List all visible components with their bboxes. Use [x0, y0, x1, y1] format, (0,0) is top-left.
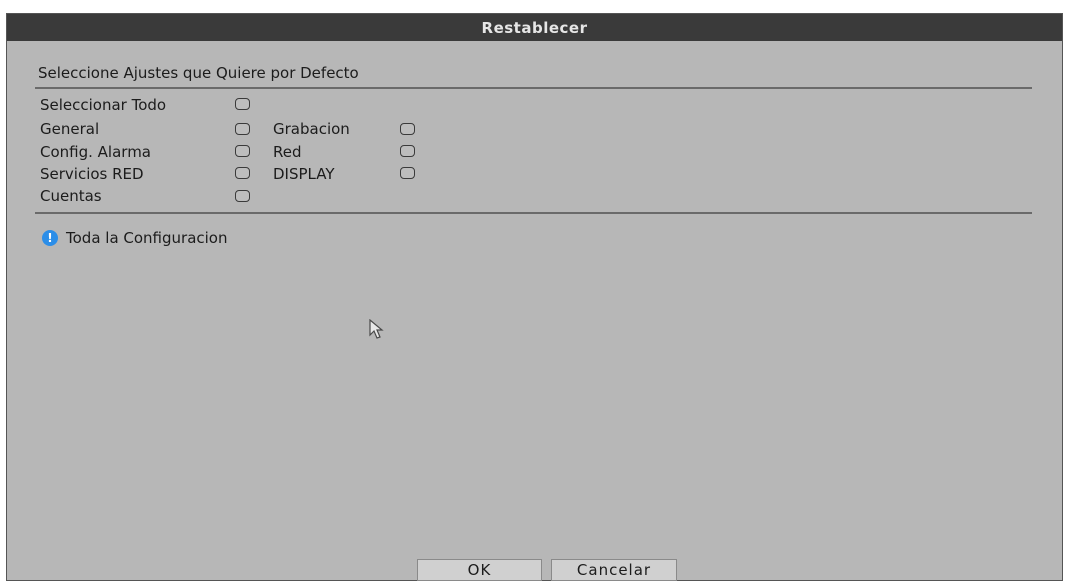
info-icon: !	[42, 230, 58, 246]
info-text: Toda la Configuracion	[66, 229, 228, 247]
divider-top	[35, 87, 1032, 89]
servicios-red-label: Servicios RED	[40, 165, 144, 183]
display-label: DISPLAY	[273, 165, 335, 183]
grabacion-checkbox[interactable]	[400, 123, 415, 135]
restore-dialog: Restablecer Seleccione Ajustes que Quier…	[6, 13, 1063, 581]
ok-button[interactable]: OK	[417, 559, 542, 581]
config-alarma-checkbox[interactable]	[235, 145, 250, 157]
general-checkbox[interactable]	[235, 123, 250, 135]
general-label: General	[40, 120, 100, 138]
section-heading: Seleccione Ajustes que Quiere por Defect…	[38, 64, 359, 82]
select-all-checkbox[interactable]	[235, 98, 250, 110]
mouse-cursor-icon	[369, 319, 384, 339]
cuentas-label: Cuentas	[40, 187, 102, 205]
red-label: Red	[273, 143, 302, 161]
display-checkbox[interactable]	[400, 167, 415, 179]
grabacion-label: Grabacion	[273, 120, 350, 138]
divider-bottom	[35, 212, 1032, 214]
cancel-button[interactable]: Cancelar	[551, 559, 677, 581]
red-checkbox[interactable]	[400, 145, 415, 157]
config-alarma-label: Config. Alarma	[40, 143, 151, 161]
dialog-title: Restablecer	[7, 14, 1062, 41]
select-all-label: Seleccionar Todo	[40, 96, 167, 114]
info-line: ! Toda la Configuracion	[42, 229, 228, 247]
servicios-red-checkbox[interactable]	[235, 167, 250, 179]
cuentas-checkbox[interactable]	[235, 190, 250, 202]
